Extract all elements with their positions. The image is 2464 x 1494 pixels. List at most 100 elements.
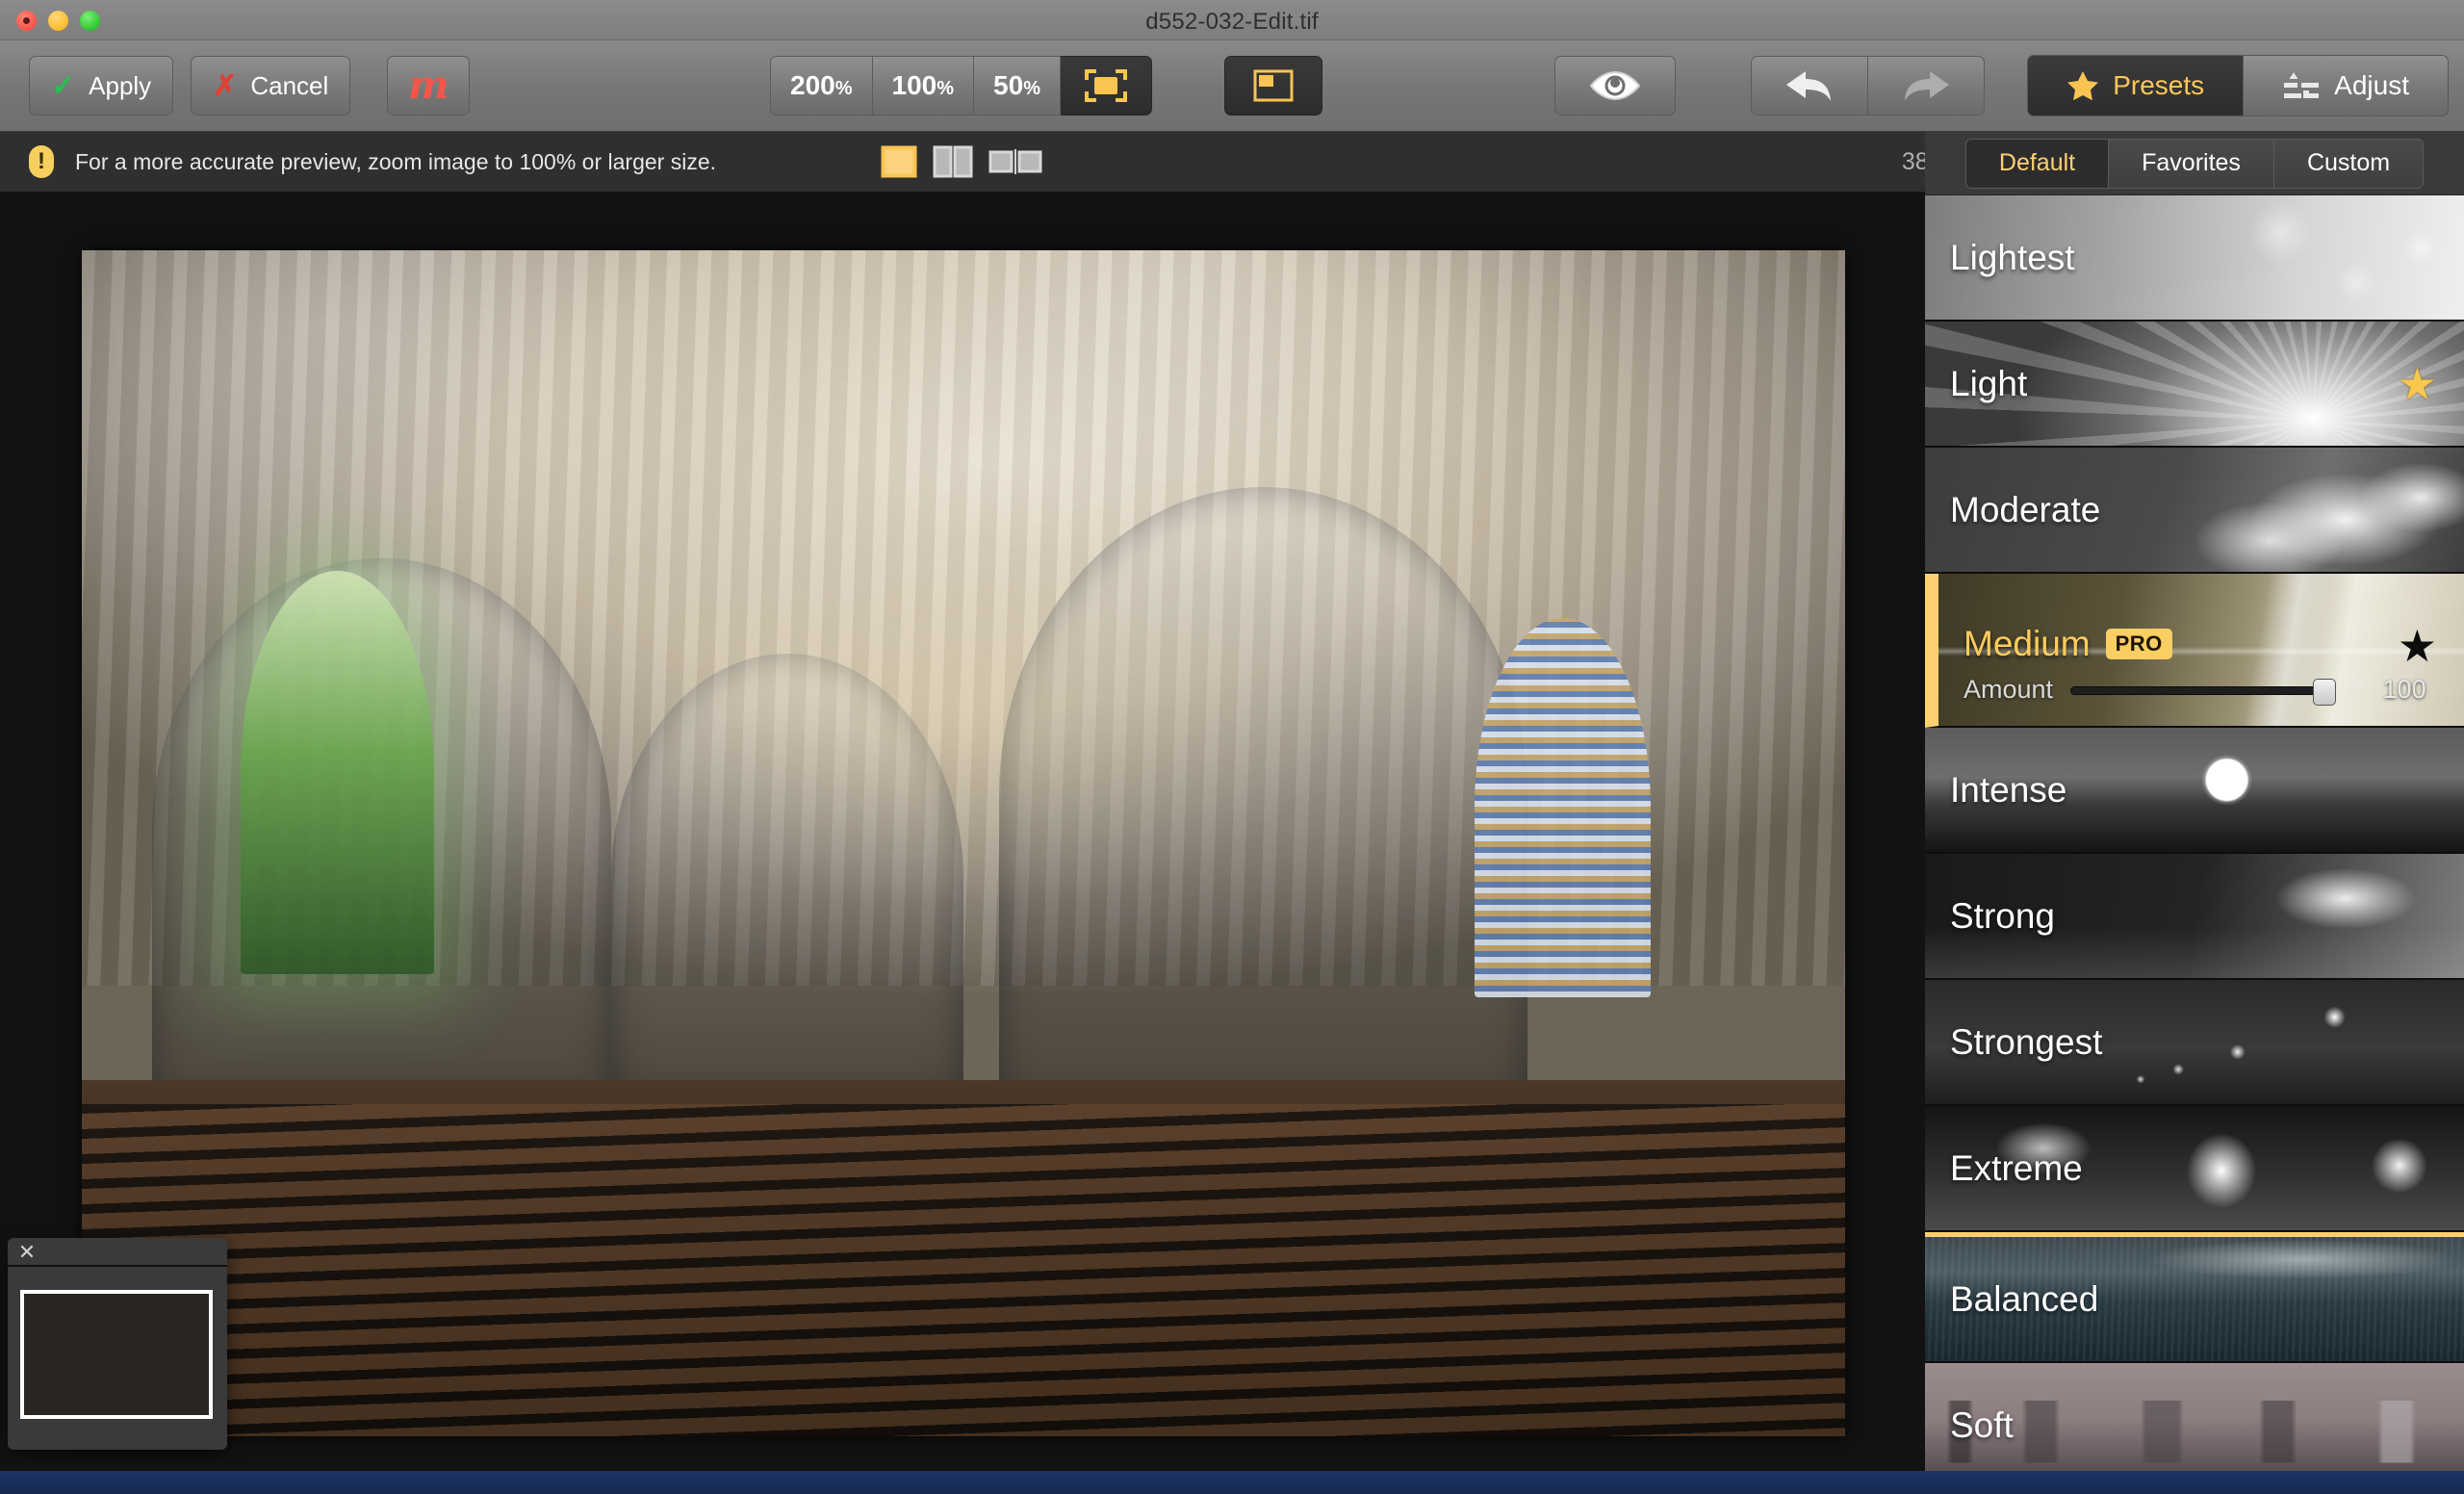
tab-presets-label: Presets: [2113, 70, 2205, 100]
undo-arrow-icon: [1786, 71, 1831, 101]
sliders-icon: [2284, 72, 2320, 98]
amount-control: Amount † 100: [1964, 675, 2439, 706]
preview-warning-message: For a more accurate preview, zoom image …: [75, 148, 717, 174]
action-buttons-group: ✓ Apply ✗ Cancel m: [29, 56, 471, 116]
preset-item-light[interactable]: Light ★: [1925, 322, 2464, 448]
favorite-star-icon[interactable]: ★: [2398, 624, 2437, 668]
undo-button[interactable]: [1751, 56, 1868, 116]
preview-history-group: [1554, 56, 1985, 116]
window-title: d552-032-Edit.tif: [1145, 9, 1319, 35]
navigator-header: ✕: [8, 1238, 227, 1267]
preset-tab-favorites[interactable]: Favorites: [2108, 139, 2273, 188]
navigator-toggle-button[interactable]: [1223, 56, 1322, 116]
close-icon[interactable]: ✕: [16, 1242, 38, 1263]
zoom-200-button[interactable]: 200%: [770, 56, 873, 116]
preset-tab-custom-label: Custom: [2306, 149, 2391, 176]
zoom-50-button[interactable]: 50%: [974, 56, 1061, 116]
zoom-100-label: 100: [891, 70, 937, 100]
preset-list[interactable]: Lightest Light ★ Moderate Medium PRO ★ A…: [1925, 195, 2464, 1471]
split-vertical-view-button[interactable]: [933, 145, 973, 178]
nav-thumb-vault: [24, 1294, 209, 1369]
eye-icon: [1589, 70, 1641, 101]
amount-value: 100: [2382, 675, 2426, 704]
apply-button-label: Apply: [89, 70, 152, 100]
preset-item-medium[interactable]: Medium PRO ★ Amount † 100: [1925, 574, 2464, 728]
redo-arrow-icon: [1905, 71, 1949, 101]
cross-icon: ✗: [213, 69, 238, 102]
cancel-button-label: Cancel: [250, 70, 329, 100]
tab-adjust-label: Adjust: [2334, 70, 2409, 100]
desktop-background-strip: [0, 1471, 2464, 1494]
apply-button[interactable]: ✓ Apply: [29, 56, 174, 116]
title-bar: d552-032-Edit.tif: [0, 0, 2464, 40]
split-vertical-view-icon: [933, 145, 973, 178]
navigator-thumbnail[interactable]: [20, 1290, 213, 1419]
preset-label: Light: [1950, 363, 2028, 403]
application-window: d552-032-Edit.tif ✓ Apply ✗ Cancel m 200…: [0, 0, 2464, 1471]
preset-item-soft[interactable]: Soft: [1925, 1363, 2464, 1471]
preset-item-intense[interactable]: Intense: [1925, 728, 2464, 854]
single-view-button[interactable]: [881, 145, 917, 178]
zoom-fit-button[interactable]: [1060, 56, 1152, 116]
side-by-side-view-icon: [988, 149, 1042, 174]
percent-sign: %: [937, 78, 955, 99]
single-view-icon: [881, 145, 917, 178]
photo-layer-glow: [82, 250, 1845, 1436]
fit-to-screen-icon: [1084, 69, 1127, 102]
amount-label: Amount: [1964, 675, 2054, 704]
amount-slider[interactable]: [2070, 678, 2337, 706]
zoom-50-label: 50: [993, 70, 1024, 100]
preset-label: Medium: [1964, 624, 2091, 663]
navigator-toggle-icon: [1253, 69, 1294, 102]
preset-item-strong[interactable]: Strong: [1925, 854, 2464, 980]
preset-tab-default[interactable]: Default: [1965, 139, 2109, 188]
preset-item-extreme[interactable]: Extreme: [1925, 1106, 2464, 1232]
preset-label: Intense: [1950, 769, 2067, 810]
pro-badge: PRO: [2105, 629, 2172, 659]
preset-label: Lightest: [1950, 237, 2075, 277]
preset-label: Strong: [1950, 895, 2056, 936]
amount-slider-track: [2070, 685, 2331, 695]
preview-image[interactable]: [82, 250, 1845, 1436]
preset-label: Soft: [1950, 1404, 2014, 1445]
percent-sign: %: [1023, 78, 1040, 99]
view-mode-group: [881, 145, 1042, 178]
tab-presets[interactable]: Presets: [2028, 56, 2244, 116]
presets-panel: Default Favorites Custom Lightest Light …: [1925, 132, 2464, 1471]
preset-item-balanced[interactable]: Balanced: [1925, 1237, 2464, 1363]
preset-tab-custom[interactable]: Custom: [2272, 139, 2424, 188]
preset-label: Strongest: [1950, 1021, 2103, 1062]
exclamation-icon: !: [29, 145, 54, 178]
zoom-100-button[interactable]: 100%: [872, 56, 975, 116]
side-by-side-view-button[interactable]: [988, 147, 1042, 176]
preset-tab-favorites-label: Favorites: [2142, 149, 2241, 176]
preset-category-tabs: Default Favorites Custom: [1925, 132, 2464, 195]
redo-button[interactable]: [1868, 56, 1985, 116]
preview-toggle-button[interactable]: [1554, 56, 1676, 116]
cancel-button[interactable]: ✗ Cancel: [191, 56, 351, 116]
tab-adjust[interactable]: Adjust: [2243, 56, 2448, 116]
percent-sign: %: [834, 78, 853, 99]
favorite-star-icon[interactable]: ★: [2398, 362, 2437, 406]
navigator-panel: ✕: [8, 1238, 227, 1450]
zoom-level-segmented-control: 200% 100% 50%: [770, 56, 1152, 116]
check-icon: ✓: [51, 69, 76, 102]
navigator-body: [8, 1267, 227, 1450]
zoom-200-label: 200: [790, 70, 835, 100]
preset-label: Balanced: [1950, 1278, 2099, 1319]
amount-slider-knob[interactable]: [2313, 678, 2337, 706]
history-segmented-control: [1751, 56, 1985, 116]
mode-tab-group: Presets Adjust: [2027, 55, 2449, 116]
preset-item-moderate[interactable]: Moderate: [1925, 448, 2464, 574]
macphun-logo-icon: m: [408, 63, 449, 108]
preset-label: Moderate: [1950, 489, 2101, 529]
main-toolbar: ✓ Apply ✗ Cancel m 200% 100% 50% Presets…: [0, 40, 2464, 132]
preset-label: Extreme: [1950, 1147, 2083, 1188]
image-canvas[interactable]: ✕: [0, 193, 1925, 1471]
brand-logo-button[interactable]: m: [387, 56, 471, 116]
screen: d552-032-Edit.tif ✓ Apply ✗ Cancel m 200…: [0, 0, 2464, 1494]
preset-tab-default-label: Default: [1998, 149, 2076, 176]
star-icon: [2067, 71, 2099, 101]
preset-item-strongest[interactable]: Strongest: [1925, 980, 2464, 1106]
preset-item-lightest[interactable]: Lightest: [1925, 195, 2464, 322]
